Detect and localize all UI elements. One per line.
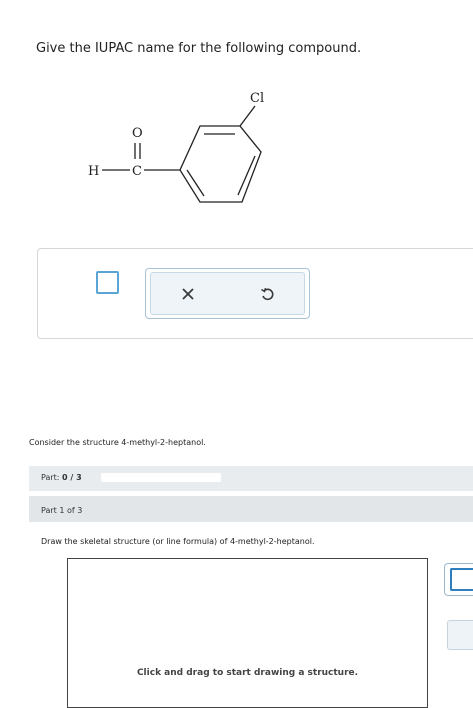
part-prefix: Part: <box>41 473 63 482</box>
part-of-label: Part 1 of 3 <box>41 506 83 515</box>
answer-input-box[interactable] <box>96 271 119 294</box>
carbon-label: C <box>132 164 142 179</box>
progress-track <box>101 473 221 482</box>
consider-structure-text: Consider the structure 4-methyl-2-heptan… <box>29 438 206 447</box>
part-header <box>29 496 473 522</box>
chlorine-label: Cl <box>250 91 264 106</box>
ring-double-bond-3 <box>186 169 205 197</box>
canvas-hint: Click and drag to start drawing a struct… <box>136 668 359 678</box>
undo-icon <box>261 287 274 301</box>
question-text: Give the IUPAC name for the following co… <box>36 41 362 56</box>
clear-button[interactable] <box>172 280 204 308</box>
part-counter: Part: 0 / 3 <box>41 473 82 482</box>
part-progress-bar <box>29 466 473 491</box>
draw-instruction: Draw the skeletal structure (or line for… <box>41 537 315 546</box>
drawing-canvas[interactable] <box>67 558 428 708</box>
hydrogen-label: H <box>88 164 99 179</box>
x-icon <box>182 288 194 300</box>
part-value: 0 / 3 <box>62 473 82 482</box>
undo-button[interactable] <box>252 280 282 308</box>
c-cl-bond <box>239 105 256 127</box>
oxygen-label: O <box>132 126 143 141</box>
benzene-ring <box>179 125 262 203</box>
bracket-icon <box>450 568 473 591</box>
side-tool-panel[interactable] <box>447 620 473 650</box>
compound-structure: Cl C O H <box>88 91 264 203</box>
